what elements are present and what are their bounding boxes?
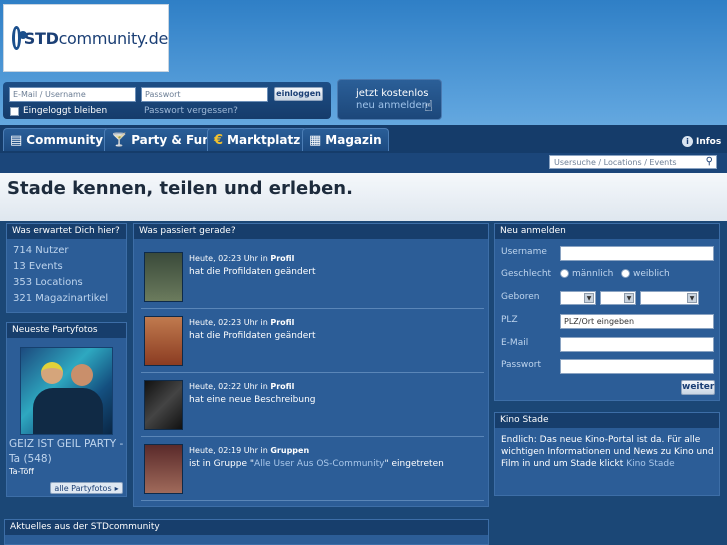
- tab-community[interactable]: ▤ Community: [3, 128, 111, 151]
- search-input[interactable]: Usersuche / Locations / Events ⚲: [549, 155, 717, 169]
- hand-cursor-icon: ☝: [424, 97, 434, 115]
- feed-meta: Heute, 02:19 Uhr in Gruppen: [189, 446, 310, 455]
- birth-label: Geboren: [501, 292, 540, 302]
- plz-label: PLZ: [501, 315, 518, 325]
- cocktail-icon: 🍸: [111, 132, 128, 148]
- feed-text: hat die Profildaten geändert: [189, 331, 316, 341]
- user-avatar[interactable]: [144, 252, 183, 302]
- register-box-title: Neu anmelden: [495, 224, 719, 239]
- dropdown-arrow-icon: ▼: [624, 293, 634, 303]
- register-email-input[interactable]: [560, 337, 714, 352]
- female-radio[interactable]: [621, 269, 630, 278]
- username-label: Username: [501, 247, 547, 257]
- stat-users[interactable]: 714 Nutzer: [7, 243, 126, 259]
- feed-text: hat die Profildaten geändert: [189, 267, 316, 277]
- email-username-input[interactable]: E-Mail / Username: [9, 87, 136, 102]
- user-avatar[interactable]: [144, 316, 183, 366]
- dropdown-arrow-icon: ▼: [584, 293, 594, 303]
- stat-events[interactable]: 13 Events: [7, 259, 126, 275]
- male-radio[interactable]: [560, 269, 569, 278]
- feed-meta: Heute, 02:23 Uhr in Profil: [189, 254, 295, 263]
- gender-male-option[interactable]: männlich: [560, 269, 613, 279]
- news-box-title: Aktuelles aus der STDcommunity: [5, 520, 488, 535]
- feed-text: ist in Gruppe "Alle User Aus OS-Communit…: [189, 459, 444, 469]
- info-icon: i: [682, 136, 693, 147]
- remember-me[interactable]: Eingeloggt bleiben: [10, 106, 107, 116]
- kino-link[interactable]: Kino Stade: [626, 459, 674, 469]
- register-password-input[interactable]: [560, 359, 714, 374]
- password-label: Passwort: [501, 360, 542, 370]
- dropdown-arrow-icon: ▼: [687, 293, 697, 303]
- email-label: E-Mail: [501, 338, 529, 348]
- birth-month-select[interactable]: ▼: [600, 291, 636, 305]
- magazine-icon: ▦: [309, 132, 322, 148]
- kino-box-title: Kino Stade: [495, 413, 719, 428]
- feed-item: Heute, 02:23 Uhr in Profil hat die Profi…: [141, 316, 484, 373]
- register-username-input[interactable]: [560, 246, 714, 261]
- tab-marktplatz[interactable]: € Marktplatz: [207, 128, 308, 151]
- password-input[interactable]: Passwort: [141, 87, 268, 102]
- plz-input[interactable]: PLZ/Ort eingeben: [560, 314, 714, 329]
- search-icon[interactable]: ⚲: [706, 156, 713, 167]
- gender-female-option[interactable]: weiblich: [621, 269, 670, 279]
- birth-day-select[interactable]: ▼: [560, 291, 596, 305]
- feed-item: Heute, 02:22 Uhr in Profil hat eine neue…: [141, 380, 484, 437]
- party-photo-title[interactable]: GEIZ IST GEIL PARTY - Ta (548): [9, 437, 127, 467]
- register-submit-button[interactable]: weiter: [681, 380, 715, 395]
- party-photo-subtitle: Ta-Töff: [9, 467, 34, 476]
- feed-item: Heute, 02:23 Uhr in Profil hat die Profi…: [141, 252, 484, 309]
- tab-magazin[interactable]: ▦ Magazin: [302, 128, 389, 151]
- stats-box: Was erwartet Dich hier? 714 Nutzer 13 Ev…: [6, 223, 127, 313]
- kino-text: Endlich: Das neue Kino-Portal ist da. Fü…: [501, 435, 714, 469]
- party-photo[interactable]: [20, 347, 113, 435]
- feed-box-title: Was passiert gerade?: [134, 224, 488, 239]
- user-avatar[interactable]: [144, 380, 183, 430]
- feed-meta: Heute, 02:22 Uhr in Profil: [189, 382, 295, 391]
- stat-articles[interactable]: 321 Magazinartikel: [7, 291, 126, 307]
- arrow-right-icon: ▸: [114, 483, 119, 493]
- stat-locations[interactable]: 353 Locations: [7, 275, 126, 291]
- birth-year-select[interactable]: ▼: [640, 291, 699, 305]
- party-box-title: Neueste Partyfotos: [7, 323, 126, 338]
- user-avatar[interactable]: [144, 444, 183, 494]
- all-party-photos-button[interactable]: alle Partyfotos ▸: [50, 482, 123, 494]
- login-button[interactable]: einloggen: [274, 87, 323, 101]
- feed-meta: Heute, 02:23 Uhr in Profil: [189, 318, 295, 327]
- tab-party-fun[interactable]: 🍸 Party & Fun: [104, 128, 218, 151]
- group-link[interactable]: Alle User Aus OS-Community: [254, 459, 384, 469]
- euro-icon: €: [214, 132, 224, 148]
- feed-text: hat eine neue Beschreibung: [189, 395, 316, 405]
- news-box: Aktuelles aus der STDcommunity: [4, 519, 489, 545]
- feed-item: Heute, 02:19 Uhr in Gruppen ist in Grupp…: [141, 444, 484, 501]
- community-icon: ▤: [10, 132, 23, 148]
- forgot-password-link[interactable]: Passwort vergessen?: [144, 106, 238, 116]
- logo-icon: [12, 26, 27, 50]
- site-logo[interactable]: STDcommunity.de: [3, 4, 169, 72]
- gender-label: Geschlecht: [501, 269, 552, 279]
- logo-text: STDcommunity.de: [23, 28, 169, 48]
- infos-link[interactable]: i Infos: [682, 136, 721, 147]
- stats-box-title: Was erwartet Dich hier?: [7, 224, 126, 239]
- remember-checkbox[interactable]: [10, 106, 19, 116]
- page-headline: Stade kennen, teilen und erleben.: [0, 173, 727, 221]
- remember-label: Eingeloggt bleiben: [23, 106, 108, 116]
